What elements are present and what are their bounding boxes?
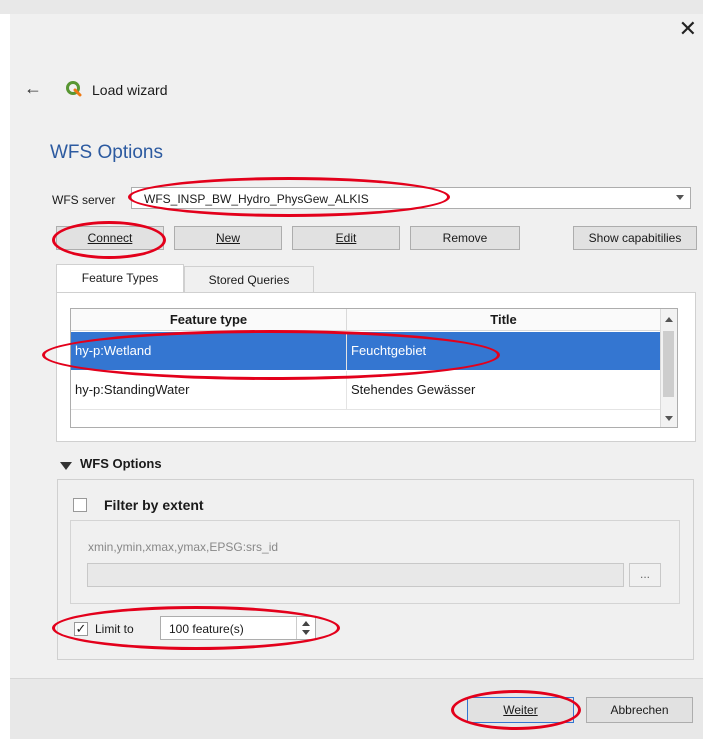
- new-button[interactable]: New: [174, 226, 282, 250]
- feature-limit-spinbox[interactable]: 100 feature(s): [160, 616, 316, 640]
- close-icon[interactable]: ✕: [679, 18, 697, 40]
- collapse-triangle-icon[interactable]: [60, 462, 72, 470]
- feature-type-table[interactable]: Feature type Title hy-p:Wetland Feuchtge…: [70, 308, 678, 428]
- next-label: Weiter: [503, 703, 538, 717]
- tab-stored-queries[interactable]: Stored Queries: [184, 266, 314, 294]
- extent-input: [87, 563, 624, 587]
- table-row[interactable]: hy-p:Wetland Feuchtgebiet: [71, 332, 661, 370]
- tab-stored-queries-label: Stored Queries: [208, 273, 290, 287]
- tab-feature-types-label: Feature Types: [81, 271, 159, 285]
- wfs-server-select[interactable]: WFS_INSP_BW_Hydro_PhysGew_ALKIS: [131, 187, 691, 209]
- arrow-left-icon[interactable]: ←: [24, 78, 42, 99]
- new-label: New: [215, 231, 240, 245]
- connect-label: Connect: [87, 231, 133, 245]
- limit-checkbox[interactable]: ✓: [74, 622, 88, 636]
- filter-by-extent-label: Filter by extent: [104, 497, 204, 513]
- cell-title[interactable]: Stehendes Gewässer: [347, 371, 661, 409]
- qgis-logo-icon: [66, 81, 82, 97]
- remove-button[interactable]: Remove: [410, 226, 520, 250]
- connect-button[interactable]: Connect: [56, 226, 164, 250]
- page-title: WFS Options: [50, 142, 163, 163]
- feature-limit-value: 100 feature(s): [169, 622, 244, 636]
- spin-up-icon[interactable]: [302, 621, 310, 626]
- column-header-title[interactable]: Title: [347, 309, 661, 331]
- next-button[interactable]: Weiter: [467, 697, 574, 723]
- wfs-server-label: WFS server: [52, 193, 116, 207]
- scroll-thumb[interactable]: [663, 331, 674, 397]
- window-top-strip: [0, 0, 703, 14]
- edit-button[interactable]: Edit: [292, 226, 400, 250]
- table-row[interactable]: hy-p:StandingWater Stehendes Gewässer: [71, 371, 661, 410]
- remove-label: Remove: [442, 231, 488, 245]
- spin-down-icon[interactable]: [302, 630, 310, 635]
- table-scrollbar[interactable]: [660, 309, 677, 427]
- wfs-options-section-header[interactable]: WFS Options: [80, 456, 162, 471]
- extent-group: [70, 520, 680, 604]
- cell-title[interactable]: Feuchtgebiet: [347, 332, 661, 370]
- tab-feature-types[interactable]: Feature Types: [56, 264, 184, 294]
- extent-browse-button: ...: [629, 563, 661, 587]
- show-capabilities-label: Show capabitilies: [588, 231, 682, 245]
- chevron-down-icon: [676, 195, 684, 200]
- cell-feature-type[interactable]: hy-p:StandingWater: [71, 371, 347, 409]
- wfs-server-value: WFS_INSP_BW_Hydro_PhysGew_ALKIS: [144, 192, 369, 206]
- filter-by-extent-checkbox[interactable]: [73, 498, 87, 512]
- spin-buttons[interactable]: [296, 617, 315, 639]
- cancel-label: Abbrechen: [610, 703, 669, 717]
- extent-placeholder-label: xmin,ymin,xmax,ymax,EPSG:srs_id: [88, 540, 279, 554]
- window-title: Load wizard: [92, 82, 168, 98]
- show-capabilities-button[interactable]: Show capabitilies: [573, 226, 697, 250]
- cell-feature-type[interactable]: hy-p:Wetland: [71, 332, 347, 370]
- edit-label: Edit: [335, 231, 357, 245]
- scroll-down-icon[interactable]: [665, 416, 673, 421]
- cancel-button[interactable]: Abbrechen: [586, 697, 693, 723]
- column-header-feature-type[interactable]: Feature type: [71, 309, 347, 331]
- limit-label: Limit to: [95, 622, 134, 636]
- scroll-up-icon[interactable]: [665, 317, 673, 322]
